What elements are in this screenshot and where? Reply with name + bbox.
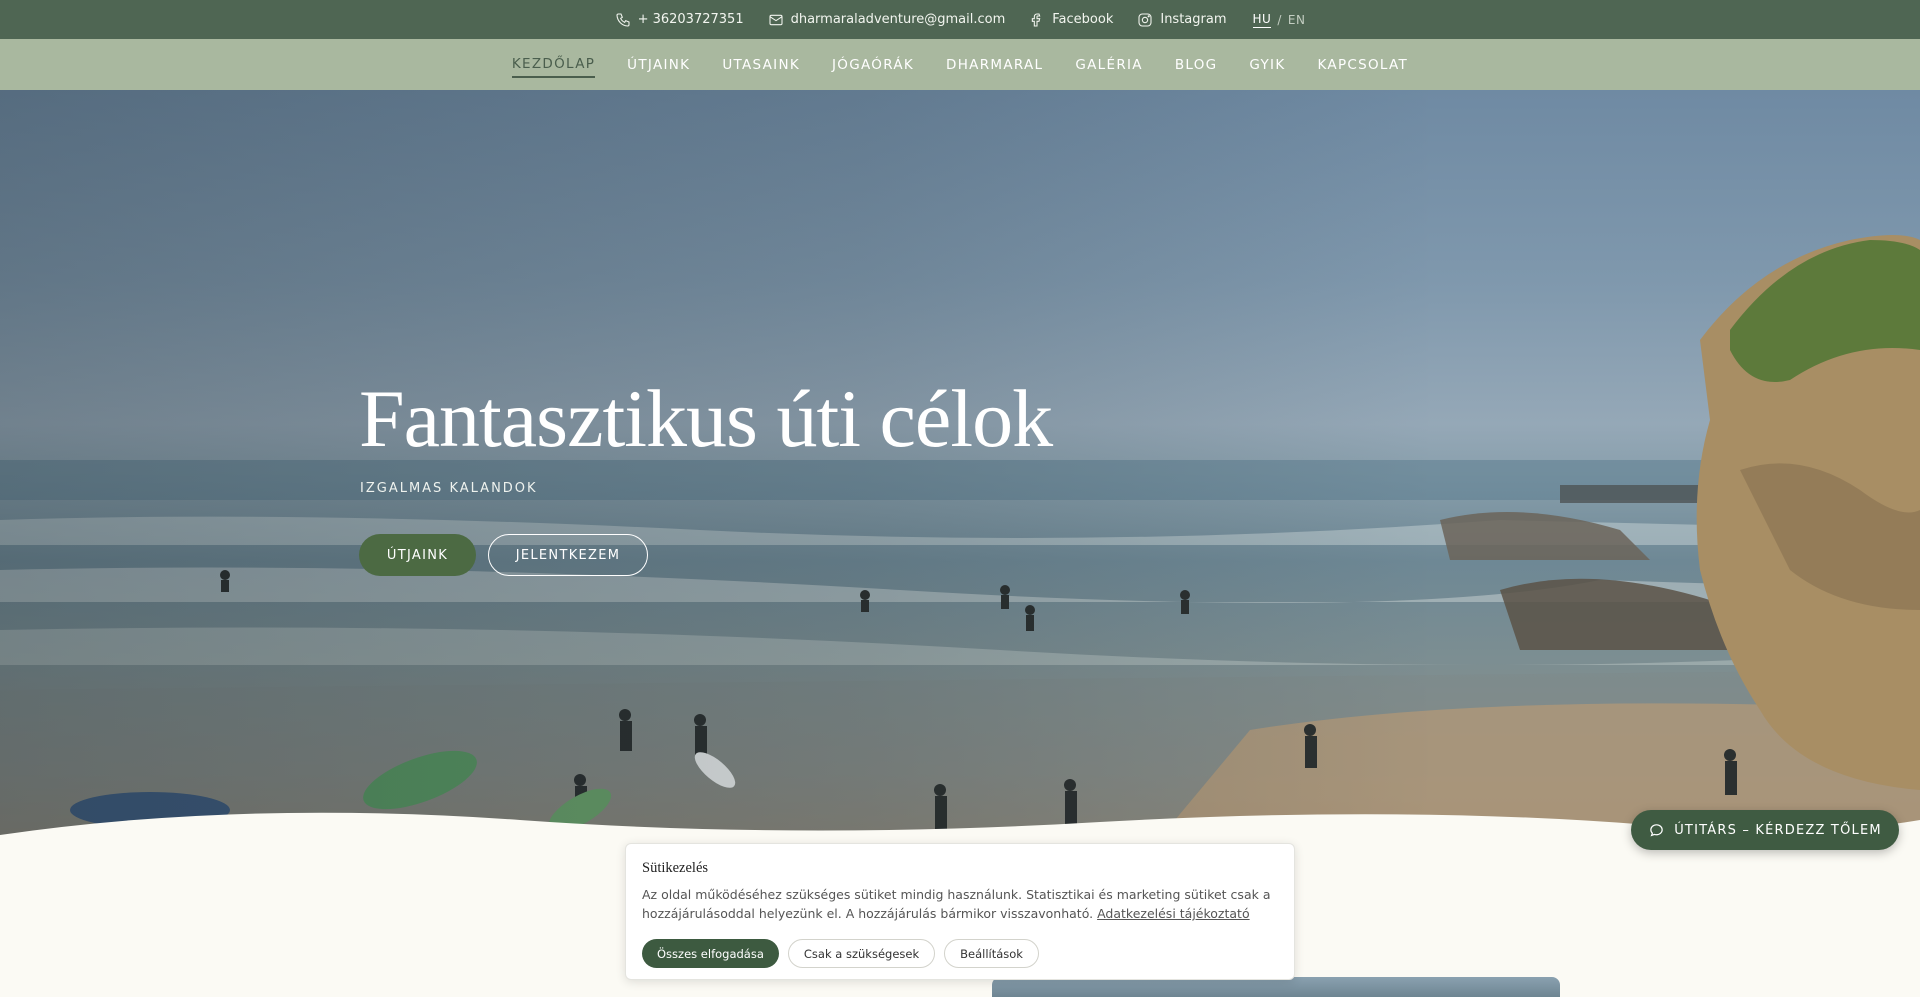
phone-icon [616, 12, 630, 27]
phone-number: + 36203727351 [637, 12, 744, 27]
necessary-only-cookies-button[interactable]: Csak a szükségesek [787, 939, 936, 968]
email-address: dharmaraladventure@gmail.com [790, 12, 1006, 27]
nav-item-kezdolap[interactable]: KEZDŐLAP [511, 52, 596, 78]
facebook-label: Facebook [1052, 12, 1114, 27]
hero-section: Fantasztikus úti célok IZGALMAS KALANDOK… [0, 90, 1920, 850]
main-nav: KEZDŐLAP ÚTJAINK UTASAINK JÓGAÓRÁK DHARM… [0, 39, 1920, 90]
cookie-banner: Sütikezelés Az oldal működéséhez szükség… [625, 843, 1295, 980]
facebook-icon [1032, 12, 1041, 27]
cookie-actions: Összes elfogadása Csak a szükségesek Beá… [642, 939, 1278, 968]
top-contact-bar: + 36203727351 dharmaraladventure@gmail.c… [0, 0, 1920, 39]
lang-separator: / [1277, 12, 1282, 27]
content-image-preview [992, 977, 1560, 997]
lang-en[interactable]: EN [1288, 13, 1306, 27]
chat-assistant-button[interactable]: ÚTITÁRS – KÉRDEZZ TŐLEM [1631, 810, 1899, 850]
cookie-description: Az oldal működéséhez szükséges sütiket m… [642, 885, 1278, 923]
facebook-link[interactable]: Facebook [1029, 12, 1113, 28]
cookie-title: Sütikezelés [642, 860, 709, 876]
instagram-icon [1138, 12, 1152, 27]
hero-trips-button[interactable]: ÚTJAINK [359, 534, 476, 576]
hero-overlay [0, 90, 1920, 850]
hero-subtitle: IZGALMAS KALANDOK [360, 481, 538, 496]
chat-bubble-icon [1650, 823, 1663, 836]
instagram-link[interactable]: Instagram [1137, 12, 1227, 28]
nav-item-kapcsolat[interactable]: KAPCSOLAT [1318, 53, 1409, 77]
hero-signup-button[interactable]: JELENTKEZEM [488, 534, 648, 576]
hero-title: Fantasztikus úti célok [359, 373, 1053, 464]
language-switcher: HU / EN [1252, 12, 1306, 28]
nav-item-jogaorak[interactable]: JÓGAÓRÁK [832, 53, 914, 77]
chat-button-label: ÚTITÁRS – KÉRDEZZ TŐLEM [1674, 822, 1882, 838]
lang-hu[interactable]: HU [1252, 12, 1272, 28]
phone-link[interactable]: + 36203727351 [615, 12, 744, 28]
nav-item-dharmaral[interactable]: DHARMARAL [946, 53, 1043, 77]
privacy-policy-link[interactable]: Adatkezelési tájékoztató [1097, 906, 1250, 921]
cookie-settings-button[interactable]: Beállítások [944, 939, 1039, 968]
nav-item-galeria[interactable]: GALÉRIA [1075, 53, 1142, 77]
nav-item-utjaink[interactable]: ÚTJAINK [627, 53, 690, 77]
nav-item-gyik[interactable]: GYIK [1249, 53, 1285, 77]
nav-item-utasaink[interactable]: UTASAINK [722, 53, 800, 77]
accept-all-cookies-button[interactable]: Összes elfogadása [642, 939, 779, 968]
mail-icon [769, 14, 783, 25]
instagram-label: Instagram [1160, 12, 1227, 27]
email-link[interactable]: dharmaraladventure@gmail.com [768, 12, 1006, 28]
nav-item-blog[interactable]: BLOG [1175, 53, 1218, 77]
